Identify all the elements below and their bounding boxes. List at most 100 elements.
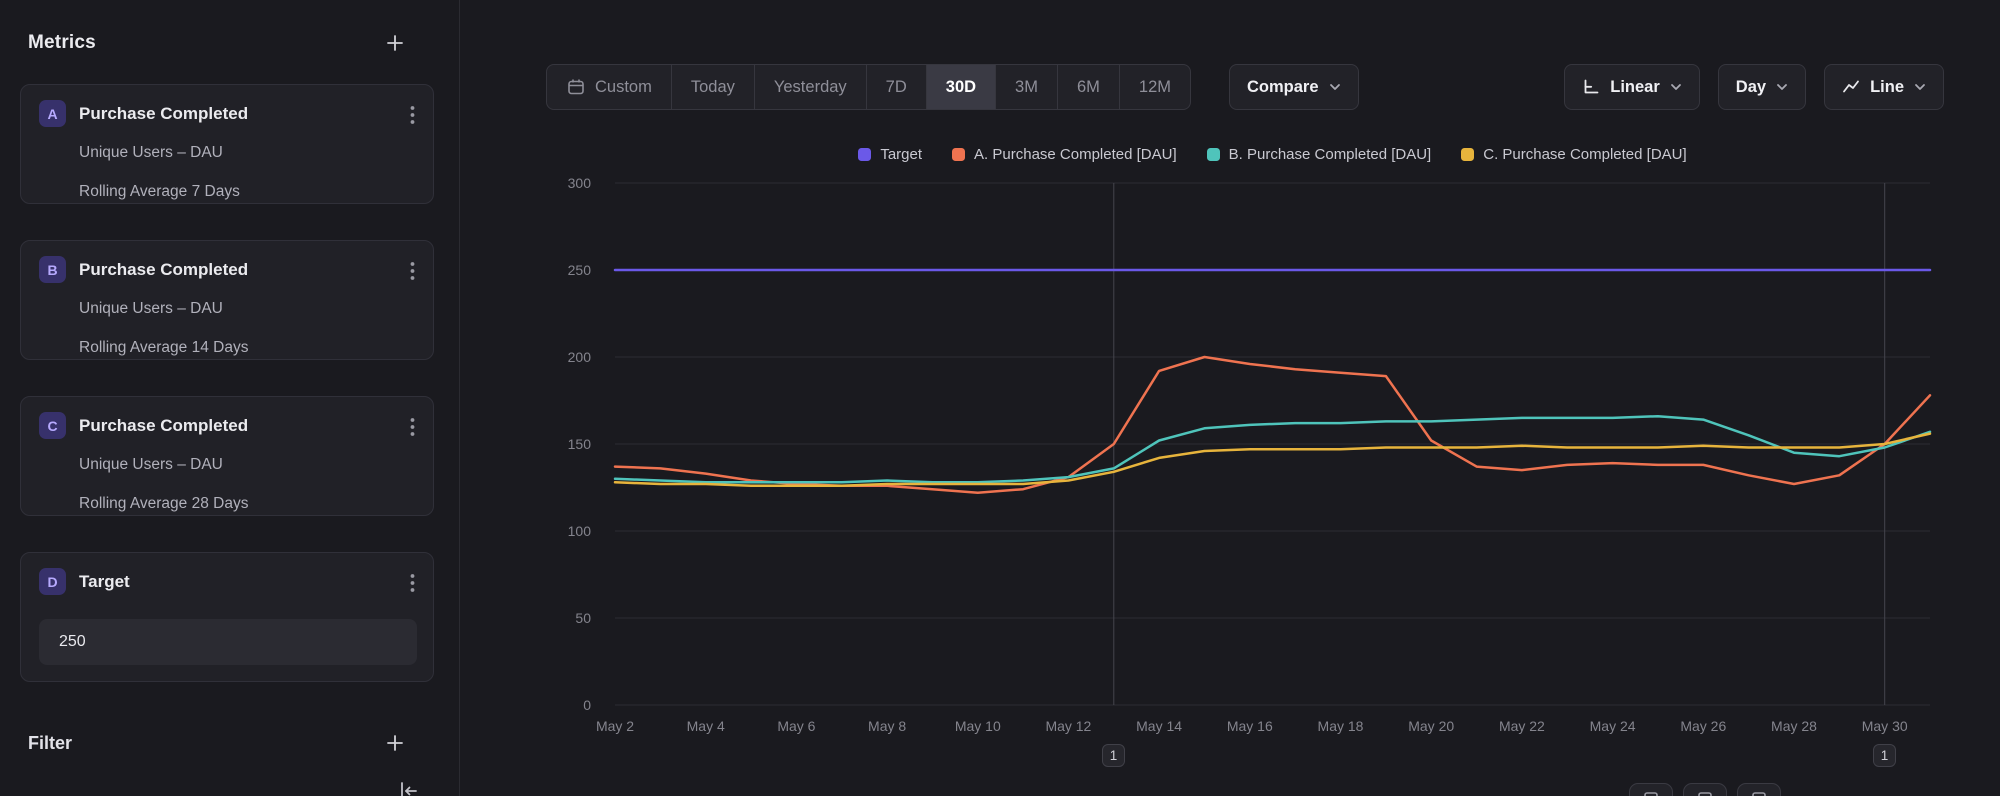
- collapse-sidebar-icon: [396, 780, 420, 796]
- filter-header: Filter: [28, 726, 411, 760]
- x-axis-label: May 2: [596, 718, 634, 734]
- chart-option-icon: [1642, 790, 1660, 796]
- y-axis-label: 200: [568, 349, 592, 365]
- compare-button[interactable]: Compare: [1229, 64, 1359, 110]
- metric-badge: C: [39, 412, 66, 439]
- metric-menu-button[interactable]: [400, 255, 425, 290]
- x-axis-label: May 18: [1318, 718, 1364, 734]
- kebab-menu-icon: [410, 105, 415, 125]
- range-3m-button[interactable]: 3M: [995, 65, 1057, 109]
- x-axis-label: May 30: [1862, 718, 1908, 734]
- sidebar: Metrics A Purchase Completed Unique User…: [0, 0, 460, 796]
- annotation-badge[interactable]: 1: [1102, 744, 1125, 767]
- metric-detail: Rolling Average 28 Days: [79, 495, 248, 513]
- granularity-label: Day: [1736, 78, 1766, 97]
- metric-subtitle: Unique Users – DAU: [79, 144, 223, 162]
- x-axis-label: May 4: [687, 718, 725, 734]
- chevron-down-icon: [1670, 83, 1682, 91]
- target-value-input[interactable]: [39, 619, 417, 665]
- range-6m-button[interactable]: 6M: [1057, 65, 1119, 109]
- metric-badge: D: [39, 568, 66, 595]
- metric-subtitle: Unique Users – DAU: [79, 300, 223, 318]
- chart-option-icon: [1750, 790, 1768, 796]
- metric-badge: A: [39, 100, 66, 127]
- chart-option-icon: [1696, 790, 1714, 796]
- metrics-panel-title: Metrics: [28, 32, 96, 54]
- target-title: Target: [79, 572, 130, 592]
- chart-option-button-1[interactable]: [1629, 783, 1673, 796]
- range-label: 30D: [946, 78, 976, 97]
- y-axis-label: 0: [583, 697, 591, 713]
- x-axis-label: May 20: [1408, 718, 1454, 734]
- date-range-toolbar: Custom Today Yesterday 7D 30D 3M 6M 12M …: [546, 64, 1359, 110]
- chart-panel: Custom Today Yesterday 7D 30D 3M 6M 12M …: [461, 0, 2000, 796]
- series-line[interactable]: [615, 434, 1930, 486]
- bottom-chart-tools: [1629, 783, 1781, 796]
- metric-title: Purchase Completed: [79, 416, 248, 436]
- metric-menu-button[interactable]: [400, 411, 425, 446]
- x-axis-label: May 12: [1045, 718, 1091, 734]
- range-label: Custom: [595, 78, 652, 97]
- metric-detail: Rolling Average 7 Days: [79, 183, 240, 201]
- metric-card-a[interactable]: A Purchase Completed Unique Users – DAU …: [20, 84, 434, 204]
- compare-label: Compare: [1247, 78, 1319, 97]
- granularity-select-button[interactable]: Day: [1718, 64, 1806, 110]
- chart-type-select-button[interactable]: Line: [1824, 64, 1944, 110]
- line-chart-icon: [1842, 78, 1860, 96]
- x-axis-label: May 6: [777, 718, 815, 734]
- range-today-button[interactable]: Today: [671, 65, 754, 109]
- plus-icon: [386, 734, 404, 752]
- range-yesterday-button[interactable]: Yesterday: [754, 65, 866, 109]
- y-axis-label: 300: [568, 175, 592, 191]
- chevron-down-icon: [1776, 83, 1788, 91]
- y-axis-label: 100: [568, 523, 592, 539]
- range-custom-button[interactable]: Custom: [547, 65, 671, 109]
- y-axis-label: 250: [568, 262, 592, 278]
- target-card[interactable]: D Target: [20, 552, 434, 682]
- range-7d-button[interactable]: 7D: [866, 65, 926, 109]
- y-axis-label: 50: [575, 610, 591, 626]
- range-label: Yesterday: [774, 78, 847, 97]
- x-axis-label: May 24: [1590, 718, 1636, 734]
- chart-options-toolbar: Linear Day Line: [1564, 64, 1944, 110]
- chart-type-label: Line: [1870, 78, 1904, 97]
- linear-scale-icon: [1582, 78, 1600, 96]
- range-label: Today: [691, 78, 735, 97]
- x-axis-label: May 14: [1136, 718, 1182, 734]
- x-axis-label: May 8: [868, 718, 906, 734]
- metric-card-b[interactable]: B Purchase Completed Unique Users – DAU …: [20, 240, 434, 360]
- range-label: 3M: [1015, 78, 1038, 97]
- range-label: 7D: [886, 78, 907, 97]
- add-metric-button[interactable]: [379, 27, 411, 59]
- x-axis-label: May 10: [955, 718, 1001, 734]
- annotation-badge[interactable]: 1: [1873, 744, 1896, 767]
- range-30d-button[interactable]: 30D: [926, 65, 995, 109]
- collapse-sidebar-button[interactable]: [392, 776, 424, 796]
- date-range-segmented-control: Custom Today Yesterday 7D 30D 3M 6M 12M: [546, 64, 1191, 110]
- kebab-menu-icon: [410, 417, 415, 437]
- scale-label: Linear: [1610, 78, 1660, 97]
- kebab-menu-icon: [410, 261, 415, 281]
- add-filter-button[interactable]: [379, 727, 411, 759]
- metric-card-c[interactable]: C Purchase Completed Unique Users – DAU …: [20, 396, 434, 516]
- metrics-header: Metrics: [28, 26, 411, 60]
- line-chart[interactable]: 0 50 100 150 200 250 300 May 2 May 4 May 6 May 8 Ma…: [461, 140, 2000, 796]
- range-label: 6M: [1077, 78, 1100, 97]
- app: Metrics A Purchase Completed Unique User…: [0, 0, 2000, 796]
- scale-select-button[interactable]: Linear: [1564, 64, 1700, 110]
- x-axis-label: May 28: [1771, 718, 1817, 734]
- range-label: 12M: [1139, 78, 1171, 97]
- metric-badge: B: [39, 256, 66, 283]
- plus-icon: [386, 34, 404, 52]
- y-axis-label: 150: [568, 436, 592, 452]
- metric-menu-button[interactable]: [400, 567, 425, 602]
- range-12m-button[interactable]: 12M: [1119, 65, 1190, 109]
- x-axis-label: May 26: [1680, 718, 1726, 734]
- metric-subtitle: Unique Users – DAU: [79, 456, 223, 474]
- chart-option-button-2[interactable]: [1683, 783, 1727, 796]
- filter-title: Filter: [28, 733, 72, 754]
- x-axis-label: May 16: [1227, 718, 1273, 734]
- metric-menu-button[interactable]: [400, 99, 425, 134]
- x-axis-label: May 22: [1499, 718, 1545, 734]
- chart-option-button-3[interactable]: [1737, 783, 1781, 796]
